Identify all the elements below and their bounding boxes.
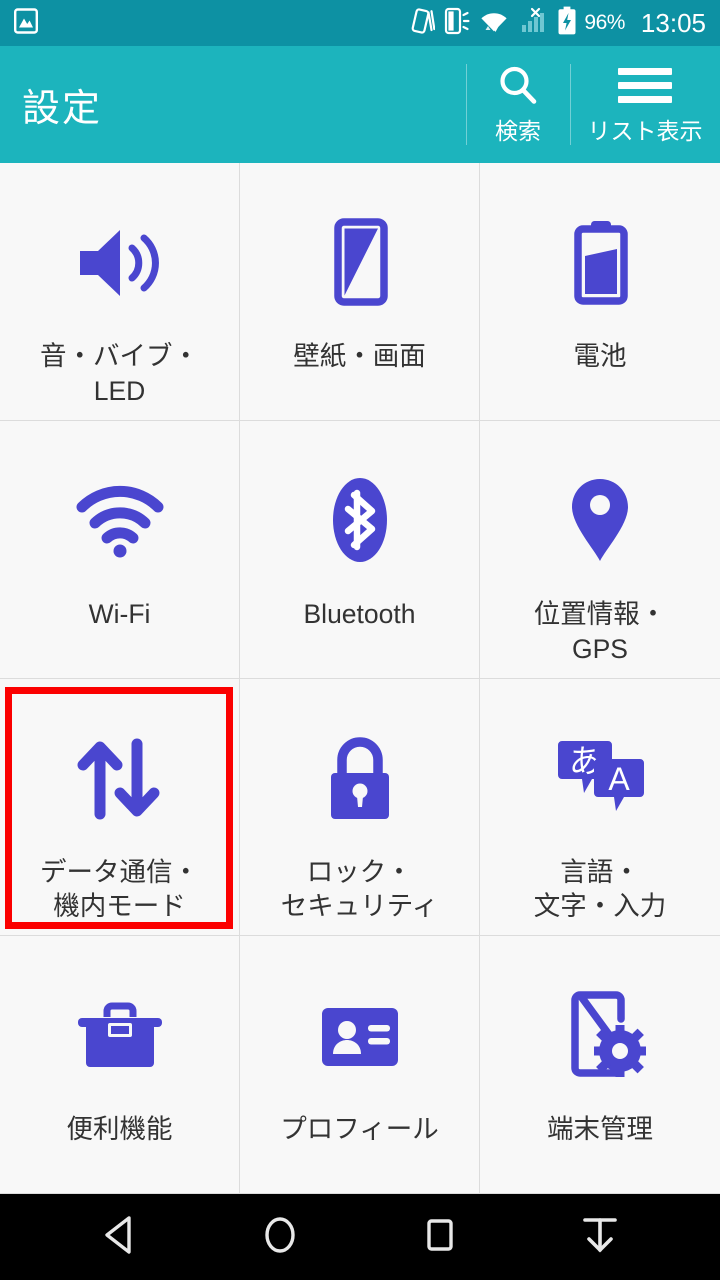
tile-battery[interactable]: 電池 (480, 163, 720, 421)
back-button[interactable] (75, 1204, 165, 1270)
wifi-icon (70, 467, 170, 575)
recents-square-icon (419, 1212, 461, 1263)
tile-profile[interactable]: プロフィール (240, 936, 480, 1194)
tile-label: Wi-Fi (88, 598, 151, 629)
app-bar-actions: 検索 リスト表示 (466, 46, 720, 163)
page-title: 設定 (22, 88, 103, 130)
data-transfer-arrows-icon (67, 725, 172, 833)
status-bar-clock: 13:05 (640, 7, 706, 38)
phone-ring-icon (444, 6, 470, 41)
app-bar: 設定 検索 リスト表示 (0, 46, 720, 163)
signal-no-service-icon (518, 6, 548, 41)
phone-screen: 96% 13:05 設定 検索 リスト表示 音・バイブ・ LED 壁紙・画面 電… (0, 0, 720, 1280)
home-circle-icon (259, 1212, 301, 1263)
hamburger-icon (618, 64, 672, 108)
volume-speaker-icon (70, 209, 170, 317)
home-button[interactable] (235, 1204, 325, 1270)
pull-down-notifications-button[interactable] (555, 1204, 645, 1270)
status-bar-left-icons (14, 7, 39, 40)
settings-grid: 音・バイブ・ LED 壁紙・画面 電池 Wi-Fi Bluetooth 位置情報… (0, 163, 720, 1194)
tile-language-input[interactable]: あ A 言語・ 文字・入力 (480, 678, 720, 937)
tile-lock-security[interactable]: ロック・ セキュリティ (240, 678, 480, 937)
status-bar: 96% 13:05 (0, 0, 720, 46)
tile-label: ロック・ セキュリティ (280, 856, 439, 922)
pull-down-arrow-icon (577, 1212, 623, 1263)
tile-useful-features[interactable]: 便利機能 (0, 936, 240, 1194)
tile-wallpaper-display[interactable]: 壁紙・画面 (240, 163, 480, 421)
tile-location-gps[interactable]: 位置情報・ GPS (480, 420, 720, 679)
tile-label: 言語・ 文字・入力 (533, 856, 667, 922)
tile-label: プロフィール (280, 1114, 439, 1145)
language-translate-icon: あ A (548, 725, 653, 833)
svg-text:A: A (608, 761, 630, 797)
recents-button[interactable] (395, 1204, 485, 1270)
vibrate-icon (409, 6, 436, 41)
tile-label: 便利機能 (66, 1114, 173, 1145)
tile-data-airplane-mode[interactable]: データ通信・ 機内モード (0, 678, 240, 937)
battery-charging-icon (557, 6, 577, 41)
tile-label: 端末管理 (547, 1114, 653, 1145)
navigation-bar (0, 1194, 720, 1280)
tile-label: 壁紙・画面 (293, 341, 426, 371)
battery-percent-label: 96% (584, 11, 625, 34)
lock-icon (315, 725, 405, 833)
toolbox-icon (70, 982, 170, 1090)
tile-label: データ通信・ 機内モード (40, 856, 199, 922)
tile-device-management[interactable]: 端末管理 (480, 936, 720, 1194)
phone-gear-icon (550, 982, 650, 1090)
display-wallpaper-icon (315, 209, 405, 317)
screenshot-image-icon (14, 7, 39, 40)
tile-label: Bluetooth (303, 598, 416, 629)
tile-label: 音・バイブ・ LED (40, 341, 199, 406)
tile-label: 電池 (573, 341, 627, 371)
back-triangle-icon (99, 1212, 141, 1263)
bluetooth-icon (320, 467, 400, 575)
tile-bluetooth[interactable]: Bluetooth (240, 420, 480, 679)
search-button[interactable]: 検索 (466, 46, 570, 163)
location-pin-icon (560, 467, 640, 575)
status-bar-right-icons: 96% 13:05 (409, 6, 706, 41)
wifi-icon (479, 6, 509, 41)
list-view-button-label: リスト表示 (587, 117, 703, 144)
id-card-icon (310, 982, 410, 1090)
search-icon (495, 64, 541, 108)
tile-wifi[interactable]: Wi-Fi (0, 420, 240, 679)
battery-icon (555, 209, 645, 317)
tile-label: 位置情報・ GPS (533, 598, 667, 664)
search-button-label: 検索 (495, 117, 541, 144)
list-view-button[interactable]: リスト表示 (570, 46, 720, 163)
tile-sound-vibrate-led[interactable]: 音・バイブ・ LED (0, 163, 240, 421)
